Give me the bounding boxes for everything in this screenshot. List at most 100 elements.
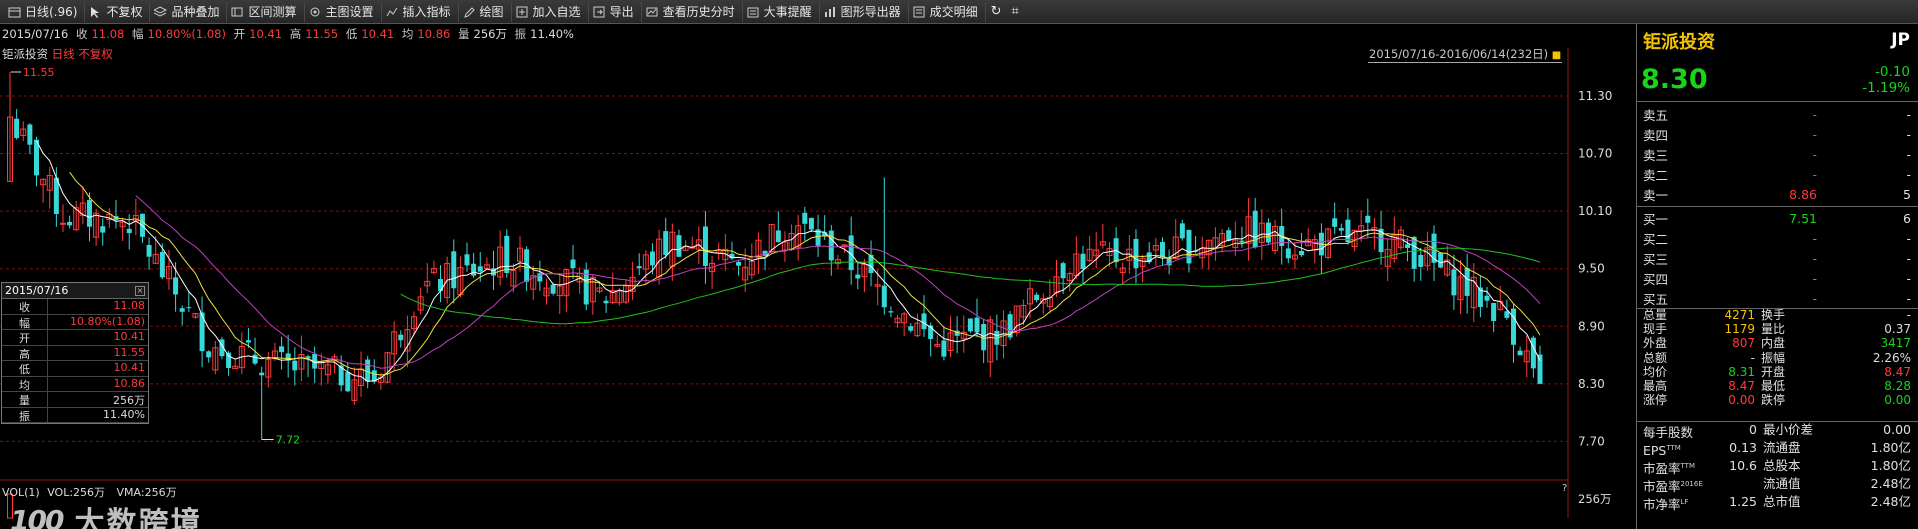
candle-body	[1405, 244, 1411, 248]
book-level-label: 卖五	[1643, 107, 1669, 123]
price-change: -0.10 -1.19%	[1862, 64, 1910, 96]
toolbar-label: 加入自选	[532, 5, 581, 19]
candle-body	[186, 307, 192, 309]
ask-row: 卖二 - -	[1637, 164, 1918, 184]
stat-value: 1179	[1724, 322, 1755, 337]
candle-body	[1179, 223, 1185, 239]
candle-body	[603, 300, 609, 304]
candle-body	[464, 254, 470, 266]
price-tick-label: 10.70	[1578, 147, 1612, 161]
candle-body	[245, 340, 251, 343]
candle-body	[1345, 219, 1351, 243]
candle-body	[881, 285, 887, 308]
stat-row: 外盘 807 内盘 3417	[1637, 336, 1918, 350]
overlay-button[interactable]: 品种叠加	[150, 1, 228, 22]
candle-body	[292, 360, 298, 371]
insert-indicator-button[interactable]: 插入指标	[382, 1, 459, 22]
book-level-label: 卖四	[1643, 127, 1669, 143]
info-close-label: 收	[75, 27, 88, 41]
candle-body	[908, 326, 914, 331]
stat-label: 振幅	[1761, 350, 1786, 365]
candle-body	[146, 244, 152, 257]
popup-row: 收 11.08	[2, 299, 148, 315]
close-icon[interactable]: ×	[135, 285, 145, 296]
popup-row: 开 10.41	[2, 330, 148, 346]
candle-body	[583, 269, 589, 305]
stat-label: 换手	[1761, 308, 1786, 322]
info-amp-label: 幅	[132, 27, 144, 41]
pencil-icon	[463, 6, 476, 18]
no-adjust-button[interactable]: 不复权	[85, 1, 151, 22]
price-tick-label: 8.90	[1578, 319, 1605, 333]
refresh-icon[interactable]: ↻	[986, 4, 1007, 19]
info-avg-label: 均	[401, 27, 414, 41]
stat-value: 0.00	[1728, 393, 1755, 408]
popup-row-label: 低	[2, 361, 48, 376]
info-high-label: 高	[289, 27, 302, 41]
toolbar-label: 查看历史分时	[662, 5, 735, 19]
event-reminder-button[interactable]: 大事提醒	[743, 1, 820, 22]
candle-body	[550, 284, 556, 294]
fundamental-label: 市盈率TTM	[1643, 461, 1695, 477]
info-turn-value: 11.40%	[530, 27, 574, 41]
fundamental-row: 市盈率TTM 10.6 总股本 1.80亿	[1637, 457, 1918, 477]
chart-settings-button[interactable]: 主图设置	[305, 1, 382, 22]
daily-period-button[interactable]: 日线(.96)	[4, 1, 86, 22]
candle-body	[921, 313, 927, 330]
high-marker-label: 11.55	[23, 66, 55, 79]
stat-value: 8.47	[1728, 378, 1755, 393]
range-measure-button[interactable]: 区间测算	[227, 1, 305, 22]
popup-row: 量 256万	[2, 392, 148, 408]
book-price: 7.51	[1789, 210, 1817, 226]
book-qty: -	[1906, 230, 1911, 246]
ask-row: 卖三 - -	[1637, 144, 1918, 164]
export-icon	[593, 6, 606, 18]
stat-value: 0.00	[1884, 393, 1911, 408]
toolbar-label: 日线(.96)	[25, 5, 78, 19]
stat-label: 跌停	[1761, 393, 1786, 408]
candle-body	[570, 259, 576, 269]
book-level-label: 买三	[1643, 251, 1669, 267]
info-vol-value: 256万	[473, 27, 507, 41]
ask-row: 卖四 - -	[1637, 124, 1918, 144]
candle-body	[477, 266, 483, 272]
popup-row: 高 11.55	[2, 345, 148, 361]
candle-body	[1265, 222, 1271, 243]
history-timeshare-button[interactable]: 查看历史分时	[642, 1, 743, 22]
crop-icon[interactable]: ⌗	[1007, 4, 1024, 19]
candle-body	[86, 200, 92, 227]
candle-body	[1060, 263, 1066, 279]
info-low-label: 低	[345, 27, 358, 41]
book-price: -	[1812, 290, 1817, 306]
add-watchlist-button[interactable]: 加入自选	[512, 1, 589, 22]
help-icon[interactable]: ?	[1562, 483, 1567, 494]
popup-date: 2015/07/16	[5, 284, 69, 297]
info-avg-value: 10.86	[417, 27, 451, 41]
bid-row: 买四 - -	[1637, 268, 1918, 288]
popup-row: 低 10.41	[2, 361, 148, 377]
candle-body	[775, 230, 781, 243]
toolbar-label: 区间测算	[248, 5, 297, 19]
bid-row: 买三 - -	[1637, 248, 1918, 268]
bar-info-line: 2015/07/16 收 11.08 幅 10.80%(1.08) 开 10.41 高…	[2, 26, 578, 42]
chart-export-button[interactable]: 图形导出器	[820, 1, 909, 22]
candle-body	[59, 222, 66, 225]
kline-svg[interactable]: 11.30 10.70 10.10 9.50 8.90 8.30 7.70 11.55 7.72	[0, 48, 1636, 529]
popup-row-value: 11.55	[113, 345, 146, 359]
candle-body	[279, 346, 285, 353]
book-level-label: 卖三	[1643, 147, 1669, 163]
trade-stats: 总量 4271 换手 - 现手 1179 量比 0.37 外盘 807 内盘 3417 总额 - 振幅 2.2…	[1637, 308, 1918, 407]
stat-row: 均价 8.31 开盘 8.47	[1637, 365, 1918, 379]
trade-detail-button[interactable]: 成交明细	[909, 1, 986, 22]
stat-value: -	[1906, 308, 1911, 322]
range-icon	[231, 6, 244, 18]
book-qty: -	[1906, 126, 1911, 142]
book-price: -	[1812, 126, 1817, 142]
export-button[interactable]: 导出	[589, 1, 642, 22]
fundamental-value: 2.48亿	[1870, 494, 1911, 509]
book-price: -	[1812, 146, 1817, 162]
candle-body	[808, 217, 814, 230]
candle-body	[53, 177, 59, 215]
draw-button[interactable]: 绘图	[459, 1, 512, 22]
candle-body	[855, 274, 861, 279]
